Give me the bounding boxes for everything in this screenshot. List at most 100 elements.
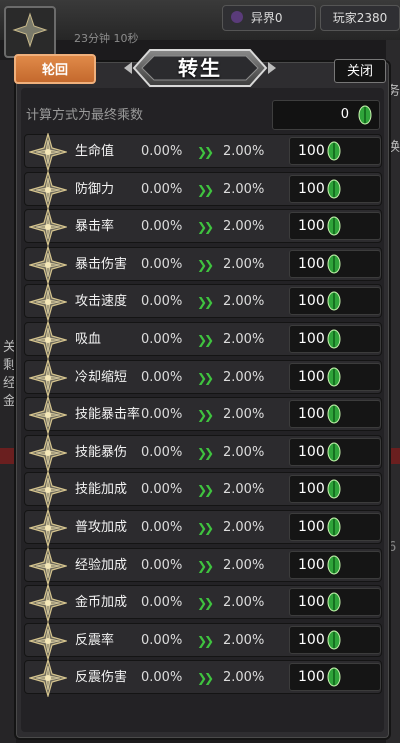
stat-row: 暴击率 0.00% ❯❯ 2.00% 100 [24,208,382,247]
upgrade-cost-value: 100 [298,406,325,423]
stat-next-value: 2.00% [223,219,265,235]
upgrade-cost-value: 100 [298,255,325,272]
upgrade-cost-button[interactable]: 100 [289,287,381,316]
stat-current-value: 0.00% [141,632,183,648]
stat-row: 吸血 0.00% ❯❯ 2.00% 100 [24,321,382,359]
stat-name: 暴击率 [75,219,115,235]
stat-next-value: 2.00% [223,294,265,310]
upgrade-cost-value: 100 [298,180,325,197]
upgrade-cost-button[interactable]: 100 [289,325,381,353]
upgrade-cost-value: 100 [298,368,325,385]
upgrade-cost-button[interactable]: 100 [289,513,381,541]
stat-row: 防御力 0.00% ❯❯ 2.00% 100 [24,170,382,209]
tab-reincarnation[interactable]: 轮回 [14,54,96,84]
stat-current-value: 0.00% [141,181,183,197]
stat-next-value: 2.00% [223,144,265,159]
crossed-swords-star-icon [29,396,67,435]
stat-next-value: 2.00% [223,332,265,347]
upgrade-cost-value: 100 [298,669,325,686]
crossed-swords-star-icon [29,358,67,397]
stat-next-value: 2.00% [223,181,265,197]
upgrade-cost-button[interactable]: 100 [289,212,381,241]
double-chevron-right-icon: ❯❯ [197,220,214,235]
green-leaf-icon [327,179,341,199]
stat-row: 攻击速度 0.00% ❯❯ 2.00% 100 [24,283,382,322]
double-chevron-right-icon: ❯❯ [197,408,214,423]
green-leaf-icon [327,404,341,424]
stat-next-value: 2.00% [223,595,265,611]
stat-current-value: 0.00% [141,482,183,498]
upgrade-cost-button[interactable]: 100 [289,400,381,429]
stat-name: 暴击伤害 [75,256,128,272]
stat-next-value: 2.00% [223,407,265,423]
crossed-swords-star-icon [29,245,67,284]
stat-current-value: 0.00% [141,332,183,347]
crossed-swords-star-icon [29,509,67,547]
double-chevron-right-icon: ❯❯ [197,333,214,347]
stat-name: 吸血 [75,332,102,347]
total-currency-box: 0 [272,100,380,130]
green-leaf-icon [327,367,341,387]
upgrade-cost-button[interactable]: 100 [289,174,381,203]
upgrade-cost-button[interactable]: 100 [289,362,381,391]
green-leaf-icon [327,141,341,161]
stat-name: 防御力 [75,181,115,197]
stat-row: 普攻加成 0.00% ❯❯ 2.00% 100 [24,509,382,547]
crossed-swords-star-icon [29,208,67,247]
stat-next-value: 2.00% [223,256,265,272]
total-currency-value: 0 [340,107,349,122]
green-leaf-icon [327,592,341,612]
stat-current-value: 0.00% [141,219,183,235]
stat-row: 反震率 0.00% ❯❯ 2.00% 100 [24,621,382,660]
stat-current-value: 0.00% [141,520,183,535]
green-leaf-icon [327,216,341,236]
upgrade-cost-value: 100 [298,331,325,347]
stat-row: 技能暴击率 0.00% ❯❯ 2.00% 100 [24,396,382,435]
green-leaf-icon [327,479,341,499]
background-skill-slot[interactable] [4,6,56,58]
upgrade-cost-value: 100 [298,293,325,310]
stat-row: 金币加成 0.00% ❯❯ 2.00% 100 [24,584,382,623]
stat-name: 反震率 [75,632,115,648]
player-pill[interactable]: 玩家2380 [320,5,400,31]
green-leaf-icon [327,667,341,687]
stat-current-value: 0.00% [141,595,183,611]
stat-current-value: 0.00% [141,369,183,385]
upgrade-cost-button[interactable]: 100 [289,663,381,692]
stat-name: 攻击速度 [75,294,128,310]
stat-next-value: 2.00% [223,670,265,686]
upgrade-cost-button[interactable]: 100 [289,625,381,654]
stat-name: 冷却缩短 [75,369,128,385]
upgrade-cost-button[interactable]: 100 [289,249,381,278]
stat-name: 技能加成 [75,482,128,498]
double-chevron-right-icon: ❯❯ [197,295,214,310]
upgrade-cost-button[interactable]: 100 [289,437,381,466]
green-leaf-icon [358,105,372,125]
background-timer-text: 23分钟 10秒 [74,32,139,45]
close-button[interactable]: 关闭 [334,59,386,83]
green-leaf-icon [327,254,341,274]
green-leaf-icon [327,442,341,462]
upgrade-cost-value: 100 [298,218,325,235]
double-chevron-right-icon: ❯❯ [197,633,214,648]
crossed-swords-star-icon [29,659,67,698]
upgrade-cost-button[interactable]: 100 [289,550,381,579]
upgrade-cost-value: 100 [298,631,325,648]
realm-pill[interactable]: 异界0 [222,5,316,31]
stat-current-value: 0.00% [141,144,183,159]
calc-note: 计算方式为最终乘数 [26,108,144,123]
upgrade-cost-value: 100 [298,143,325,159]
crossed-swords-star-icon [29,546,67,585]
double-chevron-right-icon: ❯❯ [197,145,214,159]
green-leaf-icon [327,329,341,349]
stat-name: 金币加成 [75,595,128,611]
stat-next-value: 2.00% [223,482,265,498]
upgrade-cost-button[interactable]: 100 [289,588,381,617]
stat-current-value: 0.00% [141,256,183,272]
crossed-swords-star-icon [29,433,67,472]
stat-next-value: 2.00% [223,520,265,535]
double-chevron-right-icon: ❯❯ [197,445,214,460]
double-chevron-right-icon: ❯❯ [197,483,214,498]
upgrade-cost-button[interactable]: 100 [289,137,381,165]
upgrade-cost-button[interactable]: 100 [289,475,381,504]
